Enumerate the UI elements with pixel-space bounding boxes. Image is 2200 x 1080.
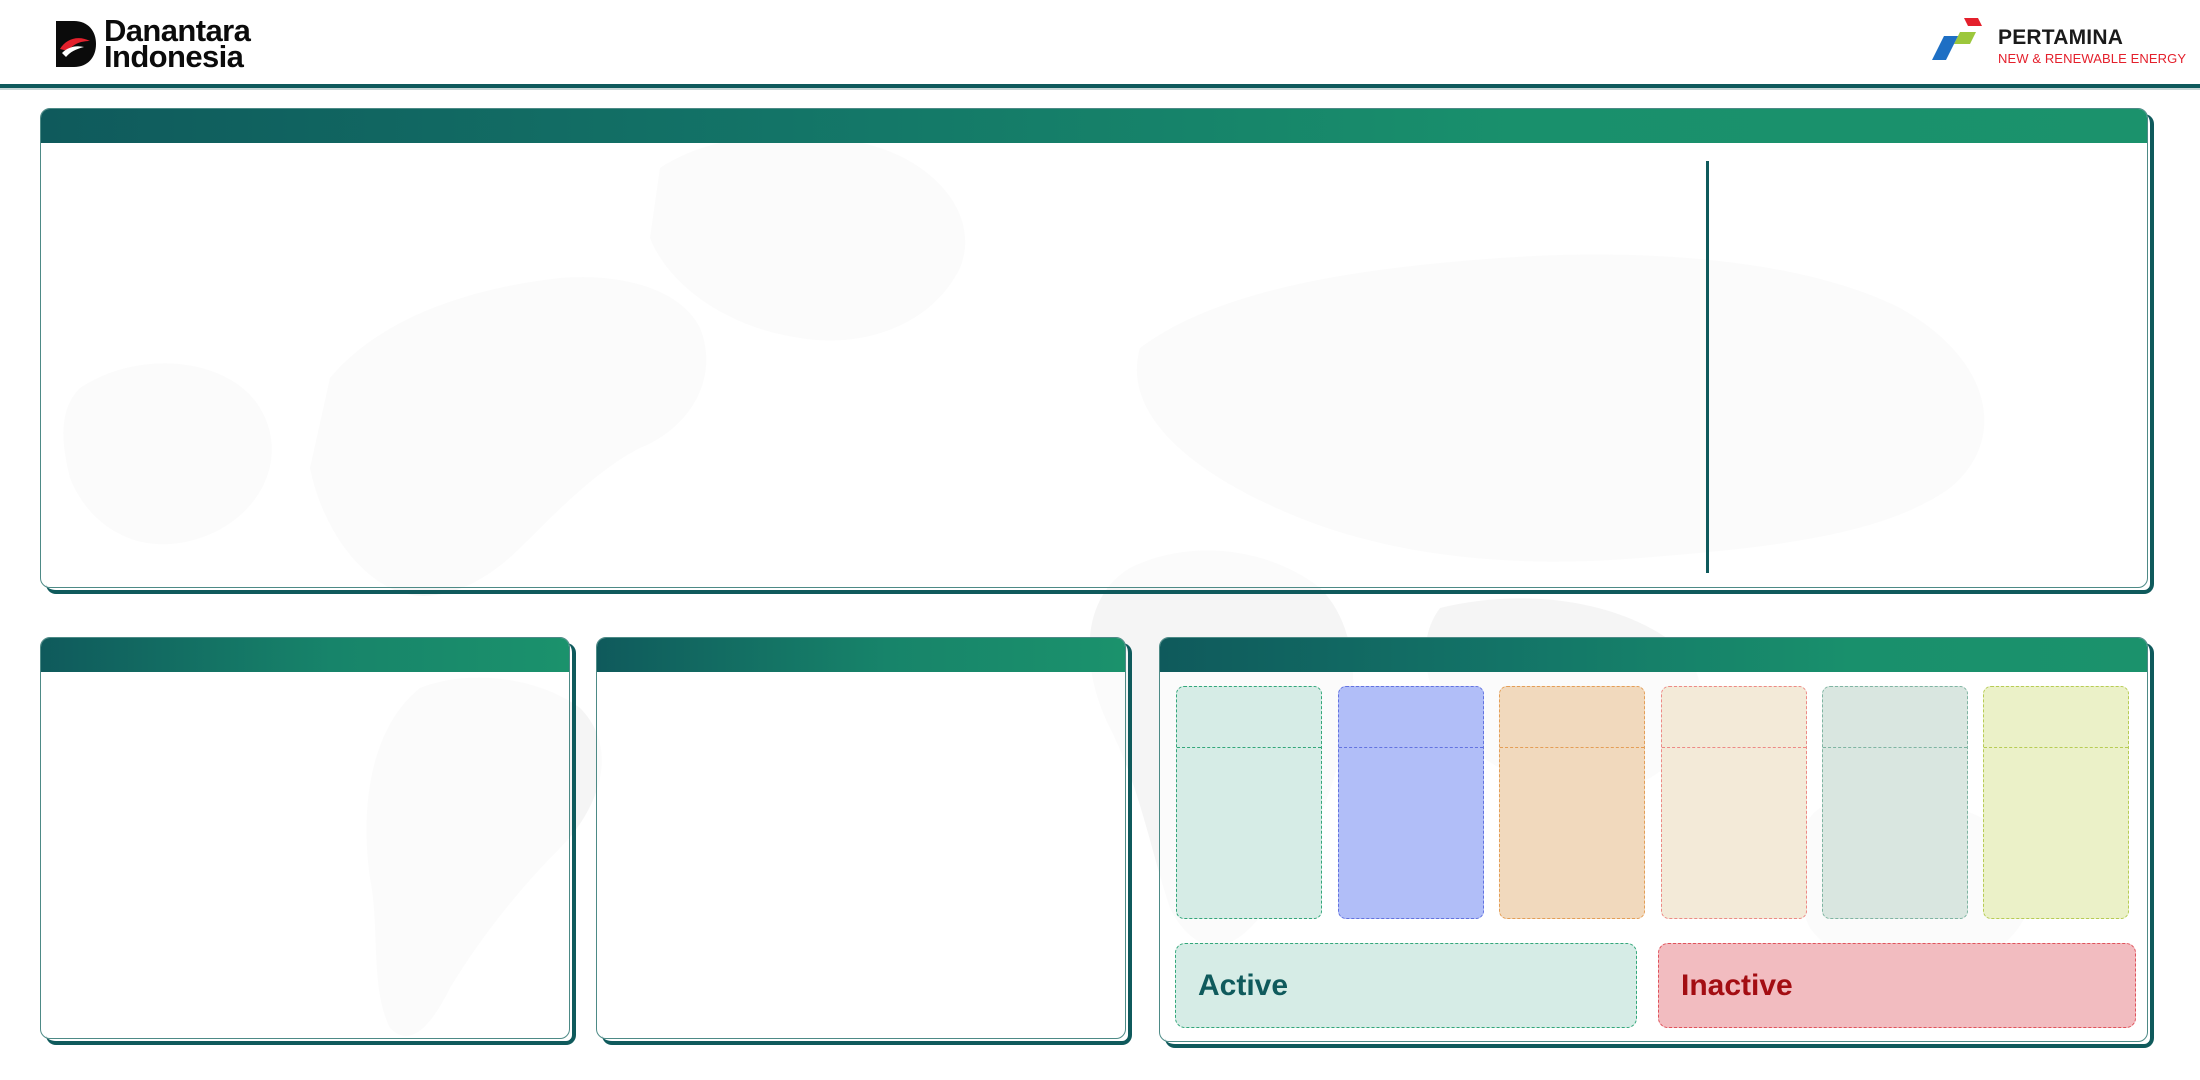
pertamina-tagline: NEW & RENEWABLE ENERGY: [1998, 51, 2187, 66]
active-legend: Active: [1175, 943, 1637, 1028]
danantara-logo: Danantara Indonesia: [54, 15, 251, 74]
main-panel-header: [41, 109, 2147, 143]
bottom-left-panel-header: [41, 638, 569, 672]
danantara-wordmark-line2: Indonesia: [104, 39, 244, 74]
bottom-middle-panel: [596, 637, 1132, 1045]
pertamina-logo: PERTAMINA NEW & RENEWABLE ENERGY: [1930, 12, 2186, 66]
legend-column-2: [1338, 686, 1484, 919]
danantara-mark-icon: [56, 21, 96, 67]
legend-column-1: [1176, 686, 1322, 919]
main-panel-card: [40, 108, 2148, 588]
legend-column-3: [1499, 686, 1645, 919]
active-label: Active: [1198, 968, 1289, 1002]
bottom-middle-panel-header: [597, 638, 1125, 672]
legend-panel-header: [1160, 638, 2147, 672]
legend-column-6: [1983, 686, 2129, 919]
bottom-left-panel-card: [40, 637, 570, 1039]
inactive-legend: Inactive: [1658, 943, 2136, 1028]
pertamina-wordmark: PERTAMINA: [1998, 26, 2124, 49]
legend-column-4: [1661, 686, 1807, 919]
header-divider-shadow: [0, 88, 2200, 90]
top-header: Danantara Indonesia PERTAMINA NEW & RENE…: [0, 0, 2200, 86]
bottom-middle-panel-card: [596, 637, 1126, 1039]
main-panel: [40, 108, 2154, 594]
pertamina-mark-icon: [1932, 18, 1982, 60]
inactive-label: Inactive: [1681, 968, 1793, 1002]
legend-column-5: [1822, 686, 1968, 919]
main-panel-divider: [1706, 161, 1709, 573]
bottom-left-panel: [40, 637, 576, 1045]
